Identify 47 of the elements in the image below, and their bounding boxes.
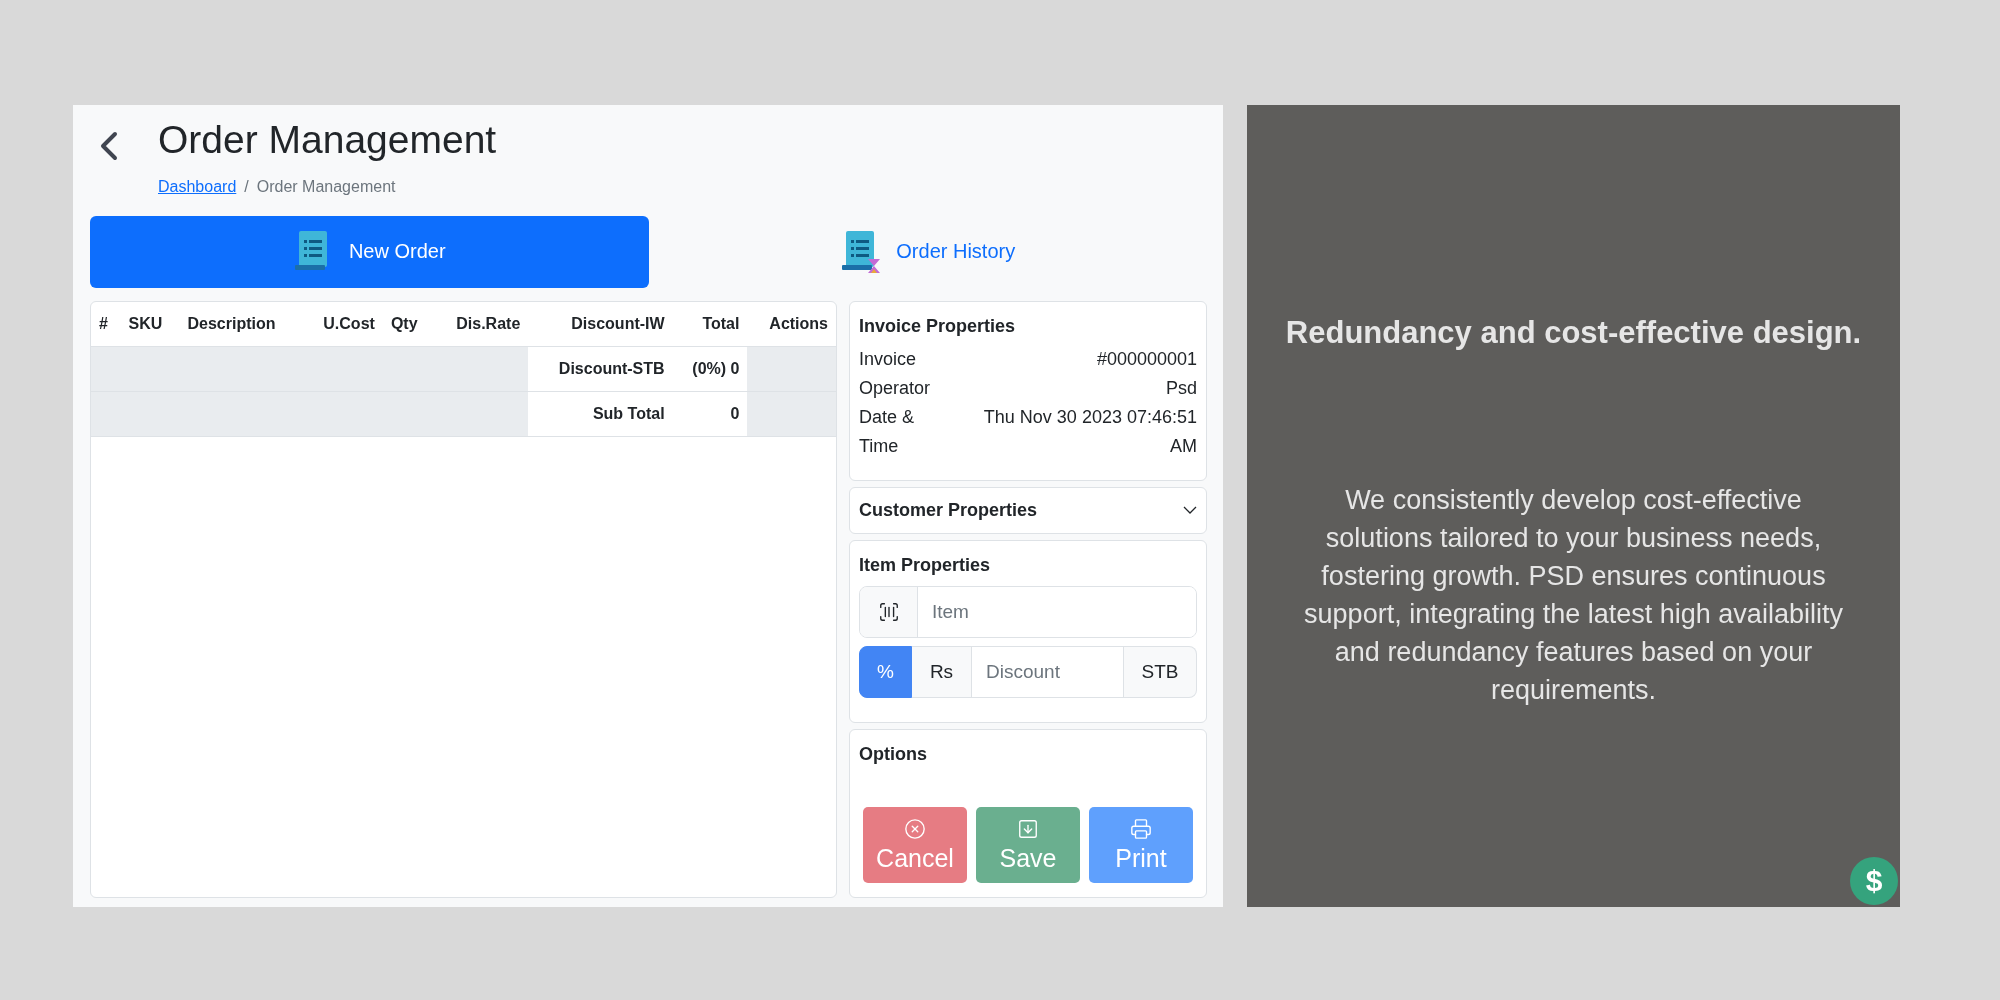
card-title: Options [859,743,928,765]
input-suffix: STB [1124,645,1197,698]
property-value: Psd [1165,376,1197,400]
download-icon [1017,817,1039,840]
item-field[interactable]: Item [859,585,1197,638]
breadcrumb-current: Order Management [256,177,396,196]
summary-label: Discount-STB [528,346,673,392]
back-button[interactable] [100,131,118,161]
action-button[interactable]: Print [1089,807,1193,883]
property-label: Operator [859,376,931,400]
breadcrumb-separator: / [244,177,249,196]
property-value: Thu Nov 30 2023 07:46:51 AM [982,405,1197,458]
discount-mode-button[interactable]: Rs [912,645,972,698]
discount-mode-button[interactable]: % [859,645,912,698]
chevron-left-icon [100,131,118,161]
property-value: #000000001 [1096,347,1197,371]
barcode-scan-icon [877,600,900,623]
action-button[interactable]: Save [976,807,1080,883]
page-title: Order Management [158,117,497,163]
column-header: # [91,301,121,347]
column-header: Description [179,301,303,347]
summary-label: Sub Total [528,391,673,437]
discount-field[interactable]: Discount [972,645,1124,698]
card-title: Invoice Properties [859,315,1017,337]
column-header: Dis.Rate [433,301,529,347]
action-button[interactable]: Cancel [863,807,967,883]
column-header: Actions [747,301,836,347]
column-header: Discount-IW [528,301,673,347]
printer-icon [1130,817,1152,840]
dollar-badge[interactable]: $ [1850,857,1898,905]
tab[interactable]: Order History [648,215,1207,288]
column-header: Total [672,301,748,347]
promo-text: We consistently develop cost-effective solutions tailored to your business needs, fostering growth. PSD ensures continuous support, integrating the latest high availability and redundancy features based on your requirements. [1303,484,1844,707]
chevron-down-icon [1183,506,1197,515]
column-header: SKU [120,301,180,347]
column-header: U.Cost [302,301,383,347]
property-label: Date & Time [859,405,916,458]
property-label: Invoice [859,347,917,371]
summary-value: 0 [672,391,748,437]
summary-value: (0%) 0 [672,346,748,392]
column-header: Qty [382,301,434,347]
tab[interactable]: New Order [90,215,649,288]
customer-properties-toggle[interactable]: Customer Properties [849,486,1207,534]
breadcrumb-link[interactable]: Dashboard [158,177,237,196]
cancel-icon [904,817,926,840]
card-title: Item Properties [859,554,992,576]
promo-heading: Redundancy and cost-effective design. [1285,315,1862,351]
